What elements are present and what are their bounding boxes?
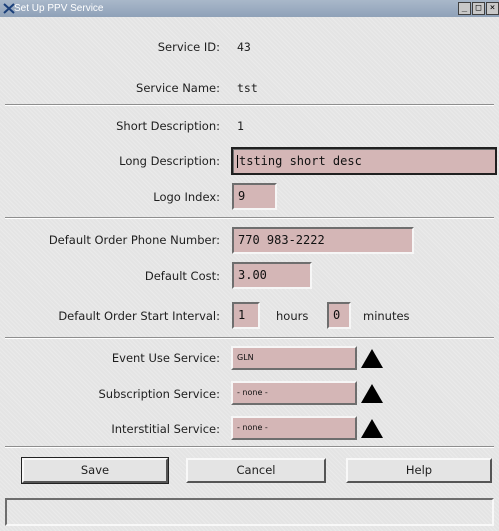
text-caret xyxy=(237,155,238,168)
event-use-service-label: Event Use Service: xyxy=(111,351,220,365)
minimize-button[interactable]: _ xyxy=(458,2,471,15)
title-bar[interactable]: Set Up PPV Service _ □ × xyxy=(0,0,499,17)
interval-minutes-input[interactable]: 0 xyxy=(327,302,351,329)
interval-hours-input[interactable]: 1 xyxy=(232,302,260,329)
minutes-unit-label: minutes xyxy=(363,309,410,323)
save-button[interactable]: Save xyxy=(21,457,169,484)
long-description-input[interactable]: tsting short desc xyxy=(231,147,497,175)
subscription-service-dropdown[interactable]: - none - xyxy=(231,381,357,405)
separator xyxy=(5,446,494,448)
default-phone-label: Default Order Phone Number: xyxy=(48,233,220,247)
short-description-value: 1 xyxy=(237,119,244,133)
separator xyxy=(5,104,494,106)
default-phone-input[interactable]: 770 983-2222 xyxy=(232,227,414,254)
window-title: Set Up PPV Service xyxy=(14,3,104,14)
dropdown-arrow-icon[interactable] xyxy=(361,349,383,368)
interstitial-service-label: Interstitial Service: xyxy=(111,422,220,436)
default-interval-label: Default Order Start Interval: xyxy=(58,309,220,323)
short-description-label: Short Description: xyxy=(116,119,220,133)
maximize-button[interactable]: □ xyxy=(472,2,485,15)
help-button[interactable]: Help xyxy=(346,458,492,483)
service-id-value: 43 xyxy=(237,40,251,54)
separator xyxy=(5,337,494,339)
status-bar xyxy=(5,498,494,526)
service-name-label: Service Name: xyxy=(136,81,220,95)
dropdown-arrow-icon[interactable] xyxy=(361,384,383,403)
cancel-button[interactable]: Cancel xyxy=(186,458,326,483)
close-button[interactable]: × xyxy=(486,2,499,15)
service-name-value: tst xyxy=(237,81,258,95)
default-cost-label: Default Cost: xyxy=(144,269,220,283)
subscription-service-label: Subscription Service: xyxy=(98,387,221,401)
separator xyxy=(5,217,494,219)
logo-index-input[interactable]: 9 xyxy=(232,183,277,210)
long-description-text: tsting short desc xyxy=(239,154,362,168)
logo-index-label: Logo Index: xyxy=(153,190,220,204)
interstitial-service-dropdown[interactable]: - none - xyxy=(231,416,357,440)
event-use-service-dropdown[interactable]: GLN xyxy=(231,346,357,370)
default-cost-input[interactable]: 3.00 xyxy=(232,262,312,289)
hours-unit-label: hours xyxy=(276,309,309,323)
service-id-label: Service ID: xyxy=(157,40,220,54)
dropdown-arrow-icon[interactable] xyxy=(361,419,383,438)
setup-ppv-service-window: Set Up PPV Service _ □ × Service ID: 43 … xyxy=(0,0,499,531)
long-description-label: Long Description: xyxy=(119,154,220,168)
